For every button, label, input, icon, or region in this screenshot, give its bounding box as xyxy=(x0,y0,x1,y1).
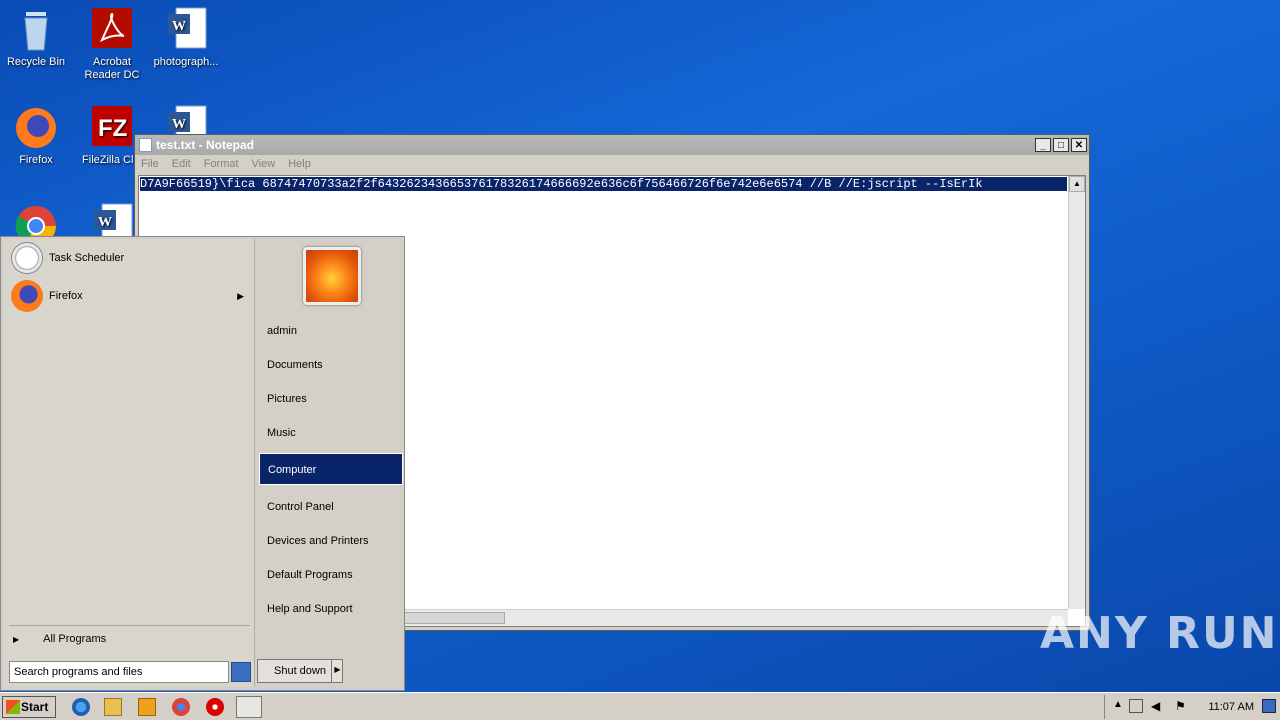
program-label: Firefox xyxy=(49,290,83,302)
system-tray: ▲ ◀ ⚑ 11:07 AM xyxy=(1104,695,1280,719)
menu-item-devices-printers[interactable]: Devices and Printers xyxy=(259,525,403,557)
menu-help[interactable]: Help xyxy=(288,158,311,170)
chrome-icon[interactable] xyxy=(172,698,190,716)
start-menu-places-pane: admin Documents Pictures Music Computer … xyxy=(257,239,403,687)
menu-file[interactable]: File xyxy=(141,158,159,170)
menu-format[interactable]: Format xyxy=(204,158,239,170)
svg-text:W: W xyxy=(172,19,186,34)
chevron-right-icon: ▶ xyxy=(13,634,20,644)
start-label: Start xyxy=(21,700,49,714)
start-menu-programs-pane: Task Scheduler Firefox ▶ ▶ All Programs … xyxy=(3,239,255,687)
internet-explorer-icon[interactable] xyxy=(72,698,90,716)
window-title: test.txt - Notepad xyxy=(156,138,255,152)
menu-item-music[interactable]: Music xyxy=(259,417,403,449)
chevron-up-icon[interactable]: ▲ xyxy=(1113,699,1123,710)
program-task-scheduler[interactable]: Task Scheduler xyxy=(3,239,254,277)
all-programs-button[interactable]: ▶ All Programs xyxy=(13,633,106,645)
menu-bar: File Edit Format View Help xyxy=(135,155,1089,173)
folder-icon[interactable] xyxy=(104,698,122,716)
menu-item-control-panel[interactable]: Control Panel xyxy=(259,491,403,523)
desktop-icon-label: Acrobat Reader DC xyxy=(84,56,140,81)
firefox-icon xyxy=(12,104,60,152)
word-document-icon: W xyxy=(162,6,210,54)
media-player-icon[interactable] xyxy=(138,698,156,716)
menu-item-help-support[interactable]: Help and Support xyxy=(259,593,403,625)
flag-icon[interactable]: ⚑ xyxy=(1175,699,1186,713)
desktop-icon-label: Recycle Bin xyxy=(6,56,66,68)
svg-text:FZ: FZ xyxy=(98,115,127,142)
volume-icon[interactable]: ◀ xyxy=(1151,699,1160,713)
scroll-up-icon[interactable]: ▲ xyxy=(1069,176,1085,192)
notepad-icon xyxy=(139,138,152,152)
avatar[interactable] xyxy=(303,247,361,305)
show-desktop-icon[interactable] xyxy=(1262,699,1276,713)
start-button[interactable]: Start xyxy=(2,696,56,718)
program-firefox[interactable]: Firefox ▶ xyxy=(3,277,254,315)
windows-logo-icon xyxy=(6,700,20,714)
desktop-icon-photograph[interactable]: W photograph... xyxy=(150,6,222,69)
desktop-icon-label: Firefox xyxy=(19,154,53,166)
network-icon[interactable] xyxy=(1129,699,1143,713)
opera-icon[interactable] xyxy=(206,698,224,716)
desktop-icon-firefox[interactable]: Firefox xyxy=(0,104,72,167)
desktop-icon-acrobat[interactable]: Acrobat Reader DC xyxy=(76,6,148,82)
start-menu: Task Scheduler Firefox ▶ ▶ All Programs … xyxy=(0,236,405,691)
divider xyxy=(9,625,250,626)
taskbar: Start ▲ ◀ ⚑ 11:07 AM xyxy=(0,692,1280,720)
svg-text:W: W xyxy=(98,215,112,230)
all-programs-label: All Programs xyxy=(43,633,107,645)
search-input[interactable]: Search programs and files xyxy=(9,661,229,683)
menu-item-pictures[interactable]: Pictures xyxy=(259,383,403,415)
svg-text:W: W xyxy=(172,117,186,132)
program-label: Task Scheduler xyxy=(49,252,125,264)
clock[interactable]: 11:07 AM xyxy=(1208,701,1254,713)
search-icon[interactable] xyxy=(231,662,251,682)
menu-view[interactable]: View xyxy=(252,158,276,170)
menu-item-default-programs[interactable]: Default Programs xyxy=(259,559,403,591)
notepad-taskbar-button[interactable] xyxy=(236,696,262,718)
menu-edit[interactable]: Edit xyxy=(172,158,191,170)
anyrun-watermark: ANY RUN xyxy=(1040,608,1279,659)
notepad-title-bar[interactable]: test.txt - Notepad _ □ ✕ xyxy=(135,135,1089,155)
acrobat-icon xyxy=(88,6,136,54)
menu-item-documents[interactable]: Documents xyxy=(259,349,403,381)
chevron-right-icon[interactable]: ▶ xyxy=(331,659,343,683)
minimize-button[interactable]: _ xyxy=(1035,138,1051,152)
desktop-icon-label: photograph... xyxy=(153,56,219,68)
selected-text-line[interactable]: D7A9F66519}\fica 68747470733a2f2f6432623… xyxy=(140,177,1067,191)
vertical-scrollbar[interactable]: ▲ xyxy=(1068,176,1085,609)
close-button[interactable]: ✕ xyxy=(1071,138,1087,152)
maximize-button[interactable]: □ xyxy=(1053,138,1069,152)
firefox-icon xyxy=(11,280,43,312)
clock-icon xyxy=(11,242,43,274)
menu-item-admin[interactable]: admin xyxy=(259,315,403,347)
chevron-right-icon: ▶ xyxy=(237,290,244,301)
filezilla-icon: FZ xyxy=(88,104,136,152)
menu-item-computer[interactable]: Computer xyxy=(259,453,403,485)
desktop-icon-recycle-bin[interactable]: Recycle Bin xyxy=(0,6,72,69)
recycle-bin-icon xyxy=(12,6,60,54)
